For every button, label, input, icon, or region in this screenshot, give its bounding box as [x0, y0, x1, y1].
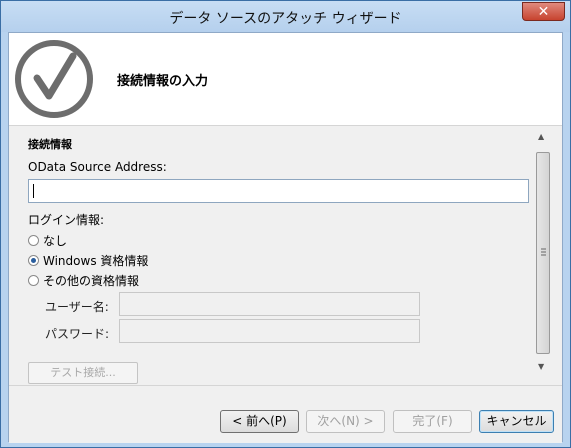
- cancel-button[interactable]: キャンセル: [479, 410, 554, 433]
- finish-button[interactable]: 完了(F): [393, 410, 472, 433]
- password-label: パスワード:: [45, 327, 110, 341]
- radio-windows-credentials[interactable]: [28, 255, 39, 266]
- wizard-header: 接続情報の入力: [9, 33, 562, 126]
- address-label: OData Source Address:: [28, 160, 167, 174]
- title-bar[interactable]: データ ソースのアタッチ ウィザード ✕: [1, 1, 570, 32]
- connection-info-panel: 接続情報 OData Source Address: ログイン情報: なし Wi…: [9, 126, 562, 384]
- wizard-footer: < 前へ(P) 次へ(N) > 完了(F) キャンセル: [9, 385, 562, 443]
- username-input[interactable]: [119, 292, 420, 316]
- radio-none[interactable]: [28, 235, 39, 246]
- text-caret: [33, 184, 34, 198]
- next-button[interactable]: 次へ(N) >: [306, 410, 385, 433]
- grip-icon: [541, 248, 546, 256]
- vertical-scrollbar[interactable]: ▲ ▼: [535, 128, 552, 378]
- wizard-window: データ ソースのアタッチ ウィザード ✕ 接続情報の入力 接続情報 OData …: [0, 0, 571, 448]
- username-label: ユーザー名:: [45, 300, 109, 314]
- radio-none-label[interactable]: なし: [43, 232, 67, 249]
- close-button[interactable]: ✕: [522, 2, 565, 21]
- back-button[interactable]: < 前へ(P): [220, 410, 299, 433]
- radio-other-credentials[interactable]: [28, 275, 39, 286]
- radio-windows-credentials-label[interactable]: Windows 資格情報: [43, 252, 148, 269]
- checkmark-circle-icon: [15, 40, 93, 118]
- address-input[interactable]: [28, 179, 529, 203]
- radio-other-credentials-label[interactable]: その他の資格情報: [43, 272, 139, 289]
- scroll-up-arrow-icon[interactable]: ▲: [538, 132, 544, 141]
- scrollbar-thumb[interactable]: [536, 152, 550, 354]
- scroll-down-arrow-icon[interactable]: ▼: [538, 362, 544, 371]
- login-label: ログイン情報:: [28, 213, 105, 227]
- page-title: 接続情報の入力: [117, 74, 209, 89]
- test-connection-button[interactable]: テスト接続...: [28, 362, 138, 384]
- wizard-client-area: 接続情報の入力 接続情報 OData Source Address: ログイン情…: [8, 32, 563, 443]
- password-input[interactable]: [119, 319, 420, 343]
- window-title: データ ソースのアタッチ ウィザード: [169, 11, 402, 27]
- section-title: 接続情報: [28, 138, 72, 151]
